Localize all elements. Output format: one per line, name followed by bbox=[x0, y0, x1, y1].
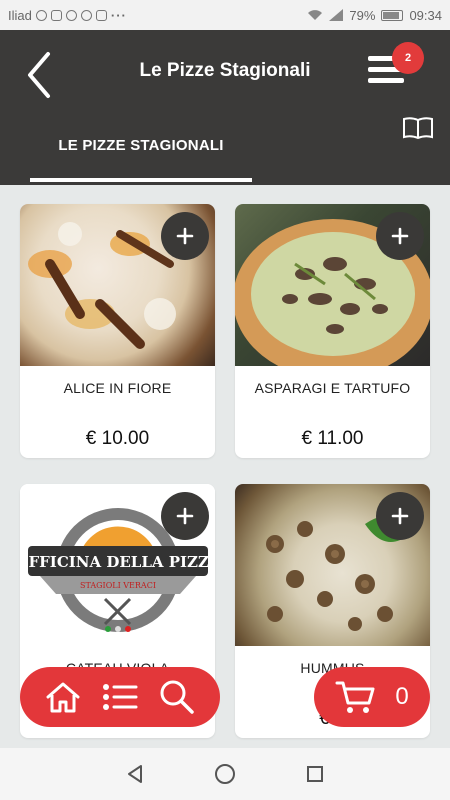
tab-pizze-stagionali[interactable]: LE PIZZE STAGIONALI bbox=[30, 137, 252, 154]
product-price: € 11.00 bbox=[301, 428, 364, 449]
circle-home-icon bbox=[215, 764, 235, 784]
system-back-button[interactable] bbox=[122, 761, 148, 787]
square-recents-icon bbox=[307, 766, 323, 782]
list-icon bbox=[102, 684, 138, 710]
status-bar: Iliad ··· 79% 09:34 bbox=[0, 0, 450, 30]
book-icon[interactable] bbox=[402, 116, 434, 140]
logo-subtext: STAGIOLI VERACI bbox=[80, 581, 156, 590]
menu-badge: 2 bbox=[392, 42, 424, 74]
plus-icon bbox=[176, 227, 194, 245]
product-name: ALICE IN FIORE bbox=[63, 380, 172, 396]
status-icon bbox=[95, 9, 107, 21]
home-button[interactable] bbox=[43, 677, 83, 717]
more-notifications-icon: ··· bbox=[110, 7, 127, 23]
product-name: ASPARAGI E TARTUFO bbox=[254, 380, 411, 396]
tab-active-indicator bbox=[30, 178, 252, 182]
wifi-icon bbox=[308, 10, 323, 20]
status-icon bbox=[50, 9, 62, 21]
carrier-label: Iliad bbox=[8, 7, 32, 23]
status-icon bbox=[80, 9, 92, 21]
menu-icon-bar bbox=[368, 78, 404, 83]
list-button[interactable] bbox=[100, 677, 140, 717]
system-recents-button[interactable] bbox=[302, 761, 328, 787]
plus-icon bbox=[391, 507, 409, 525]
system-nav-bar bbox=[0, 748, 450, 800]
cart-button[interactable]: 0 bbox=[314, 667, 430, 727]
system-home-button[interactable] bbox=[212, 761, 238, 787]
product-card[interactable]: ALICE IN FIORE € 10.00 bbox=[20, 204, 215, 458]
bottom-nav bbox=[20, 667, 220, 727]
plus-icon bbox=[391, 227, 409, 245]
triangle-back-icon bbox=[128, 765, 142, 783]
add-to-cart-button[interactable] bbox=[161, 212, 209, 260]
home-icon bbox=[46, 682, 80, 713]
search-button[interactable] bbox=[157, 677, 197, 717]
app-header: Le Pizze Stagionali 2 LE PIZZE STAGIONAL… bbox=[0, 30, 450, 185]
product-card[interactable]: ASPARAGI E TARTUFO € 11.00 bbox=[235, 204, 430, 458]
add-to-cart-button[interactable] bbox=[376, 212, 424, 260]
plus-icon bbox=[176, 507, 194, 525]
add-to-cart-button[interactable] bbox=[161, 492, 209, 540]
battery-icon bbox=[381, 9, 404, 21]
status-icon bbox=[65, 9, 77, 21]
add-to-cart-button[interactable] bbox=[376, 492, 424, 540]
signal-icon bbox=[329, 9, 344, 21]
product-price: € 10.00 bbox=[85, 428, 150, 449]
search-icon bbox=[160, 680, 195, 714]
battery-percent: 79% bbox=[349, 7, 376, 23]
logo-text: OFFICINA DELLA PIZZA bbox=[20, 553, 215, 571]
clock: 09:34 bbox=[409, 7, 442, 23]
cart-icon bbox=[335, 681, 375, 713]
cart-count: 0 bbox=[395, 683, 409, 710]
status-icon bbox=[35, 9, 47, 21]
